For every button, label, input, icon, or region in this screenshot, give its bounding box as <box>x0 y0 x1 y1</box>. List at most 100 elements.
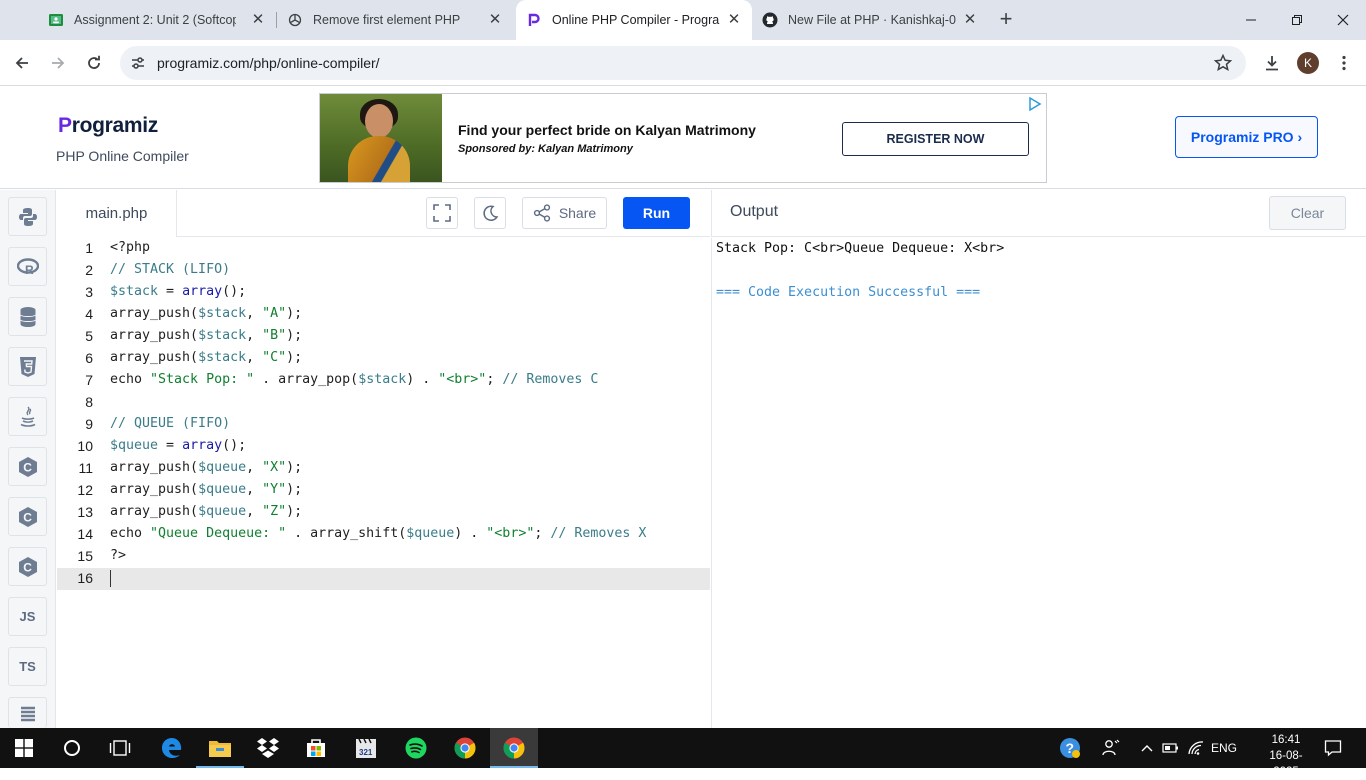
code-text[interactable]: <?php <box>110 238 150 258</box>
lang-js-button[interactable]: JS <box>8 597 47 636</box>
battery-tray-button[interactable] <box>1161 728 1181 768</box>
code-text[interactable]: array_push($stack, "C"); <box>110 348 302 368</box>
ad-register-button[interactable]: REGISTER NOW <box>842 122 1029 156</box>
lang-cpp-button[interactable]: C <box>8 497 47 536</box>
code-line[interactable]: 1 <?php <box>57 238 710 260</box>
wifi-tray-button[interactable] <box>1186 728 1206 768</box>
bookmark-star-icon[interactable] <box>1214 54 1232 72</box>
tab-close-icon[interactable]: ✕ <box>487 12 503 28</box>
restore-button[interactable] <box>1274 0 1320 40</box>
code-text[interactable]: array_push($queue, "Y"); <box>110 480 302 500</box>
code-text[interactable]: $stack = array(); <box>110 282 246 302</box>
code-line[interactable]: 4 array_push($stack, "A"); <box>57 304 710 326</box>
code-line[interactable]: 7 echo "Stack Pop: " . array_pop($stack) … <box>57 370 710 392</box>
ad-image[interactable] <box>320 94 442 182</box>
input-language-indicator[interactable]: ENG <box>1208 728 1240 768</box>
back-button[interactable] <box>10 51 34 75</box>
code-line[interactable]: 8 <box>57 392 710 414</box>
browser-tab-github[interactable]: New File at PHP · Kanishkaj-09/ ✕ <box>752 0 988 40</box>
programiz-pro-button[interactable]: Programiz PRO › <box>1175 116 1318 158</box>
code-text[interactable]: // STACK (LIFO) <box>110 260 230 280</box>
help-tray-button[interactable]: ? <box>1058 728 1082 768</box>
programiz-logo[interactable]: Programiz <box>58 114 158 138</box>
moon-icon <box>483 205 499 221</box>
fullscreen-button[interactable] <box>426 197 458 229</box>
clear-output-button[interactable]: Clear <box>1269 196 1346 230</box>
dark-mode-button[interactable] <box>474 197 506 229</box>
task-view-icon <box>109 740 131 756</box>
code-text[interactable]: $queue = array(); <box>110 436 246 456</box>
taskbar-file-explorer[interactable] <box>196 728 244 768</box>
code-line[interactable]: 14 echo "Queue Dequeue: " . array_shift($… <box>57 524 710 546</box>
code-text[interactable]: // QUEUE (FIFO) <box>110 414 230 434</box>
browser-tab-assignment[interactable]: Assignment 2: Unit 2 (Softcopy ✕ <box>0 0 276 40</box>
ad-title[interactable]: Find your perfect bride on Kalyan Matrim… <box>458 122 756 138</box>
code-line[interactable]: 5 array_push($stack, "B"); <box>57 326 710 348</box>
taskbar-chrome[interactable] <box>441 728 489 768</box>
tab-close-icon[interactable]: ✕ <box>250 12 266 28</box>
lang-csharp-button[interactable]: C <box>8 547 47 586</box>
close-window-button[interactable] <box>1320 0 1366 40</box>
lang-c-button[interactable]: C <box>8 447 47 486</box>
code-line[interactable]: 15 ?> <box>57 546 710 568</box>
show-hidden-icons-button[interactable] <box>1138 728 1156 768</box>
file-tab-main-php[interactable]: main.php <box>57 190 177 237</box>
taskbar-store[interactable] <box>292 728 340 768</box>
browser-tab-remove-first[interactable]: Remove first element PHP ✕ <box>277 0 513 40</box>
lang-r-button[interactable]: R <box>8 247 47 286</box>
taskbar-clock[interactable]: 16:41 16-08-2025 <box>1258 732 1314 780</box>
people-tray-button[interactable] <box>1100 728 1122 768</box>
taskbar-edge[interactable] <box>148 728 196 768</box>
lang-java-button[interactable] <box>8 397 47 436</box>
tab-close-icon[interactable]: ✕ <box>726 12 742 28</box>
profile-avatar[interactable]: K <box>1297 52 1319 74</box>
code-text[interactable]: echo "Queue Dequeue: " . array_shift($qu… <box>110 524 646 544</box>
taskbar-chrome-active[interactable] <box>490 728 538 768</box>
lang-ts-button[interactable]: TS <box>8 647 47 686</box>
lang-swift-button[interactable] <box>8 697 47 728</box>
new-tab-button[interactable]: + <box>994 8 1018 32</box>
lang-sql-button[interactable] <box>8 297 47 336</box>
site-info-icon[interactable] <box>130 55 146 71</box>
code-text[interactable]: array_push($queue, "X"); <box>110 458 302 478</box>
task-view-button[interactable] <box>96 728 144 768</box>
lang-html-button[interactable] <box>8 347 47 386</box>
adchoices-icon[interactable] <box>1028 97 1042 111</box>
code-line[interactable]: 2 // STACK (LIFO) <box>57 260 710 282</box>
run-button[interactable]: Run <box>623 197 690 229</box>
code-line[interactable]: 9 // QUEUE (FIFO) <box>57 414 710 436</box>
notifications-button[interactable] <box>1320 728 1346 768</box>
code-line[interactable]: 13 array_push($queue, "Z"); <box>57 502 710 524</box>
code-line[interactable]: 11 array_push($queue, "X"); <box>57 458 710 480</box>
cortana-button[interactable] <box>48 728 96 768</box>
taskbar-spotify[interactable] <box>392 728 440 768</box>
code-text[interactable]: array_push($queue, "Z"); <box>110 502 302 522</box>
taskbar-clipchamp[interactable]: 321 <box>342 728 390 768</box>
svg-text:C: C <box>23 510 32 524</box>
forward-button[interactable] <box>46 51 70 75</box>
url-text[interactable]: programiz.com/php/online-compiler/ <box>157 55 380 71</box>
notification-icon <box>1324 740 1342 757</box>
code-line[interactable]: 12 array_push($queue, "Y"); <box>57 480 710 502</box>
chrome-menu-button[interactable] <box>1332 51 1356 75</box>
code-line[interactable]: 6 array_push($stack, "C"); <box>57 348 710 370</box>
tab-close-icon[interactable]: ✕ <box>962 12 978 28</box>
minimize-button[interactable] <box>1228 0 1274 40</box>
code-text[interactable]: ?> <box>110 546 126 566</box>
address-bar[interactable]: programiz.com/php/online-compiler/ <box>120 46 1246 80</box>
lang-python-button[interactable] <box>8 197 47 236</box>
code-line[interactable]: 3 $stack = array(); <box>57 282 710 304</box>
downloads-button[interactable] <box>1260 51 1284 75</box>
code-line[interactable]: 10 $queue = array(); <box>57 436 710 458</box>
advertisement-banner[interactable]: Find your perfect bride on Kalyan Matrim… <box>319 93 1047 183</box>
code-text[interactable]: array_push($stack, "A"); <box>110 304 302 324</box>
start-button[interactable] <box>0 728 48 768</box>
taskbar-dropbox[interactable] <box>244 728 292 768</box>
code-text[interactable]: array_push($stack, "B"); <box>110 326 302 346</box>
code-editor[interactable]: 1 <?php 2 // STACK (LIFO) 3 $stack = array();… <box>57 238 710 728</box>
browser-tab-programiz[interactable]: Online PHP Compiler - Programiz ✕ <box>516 0 752 40</box>
share-button[interactable]: Share <box>522 197 607 229</box>
reload-button[interactable] <box>82 51 106 75</box>
code-line[interactable]: 16 <box>57 568 710 590</box>
code-text[interactable]: echo "Stack Pop: " . array_pop($stack) .… <box>110 370 598 390</box>
